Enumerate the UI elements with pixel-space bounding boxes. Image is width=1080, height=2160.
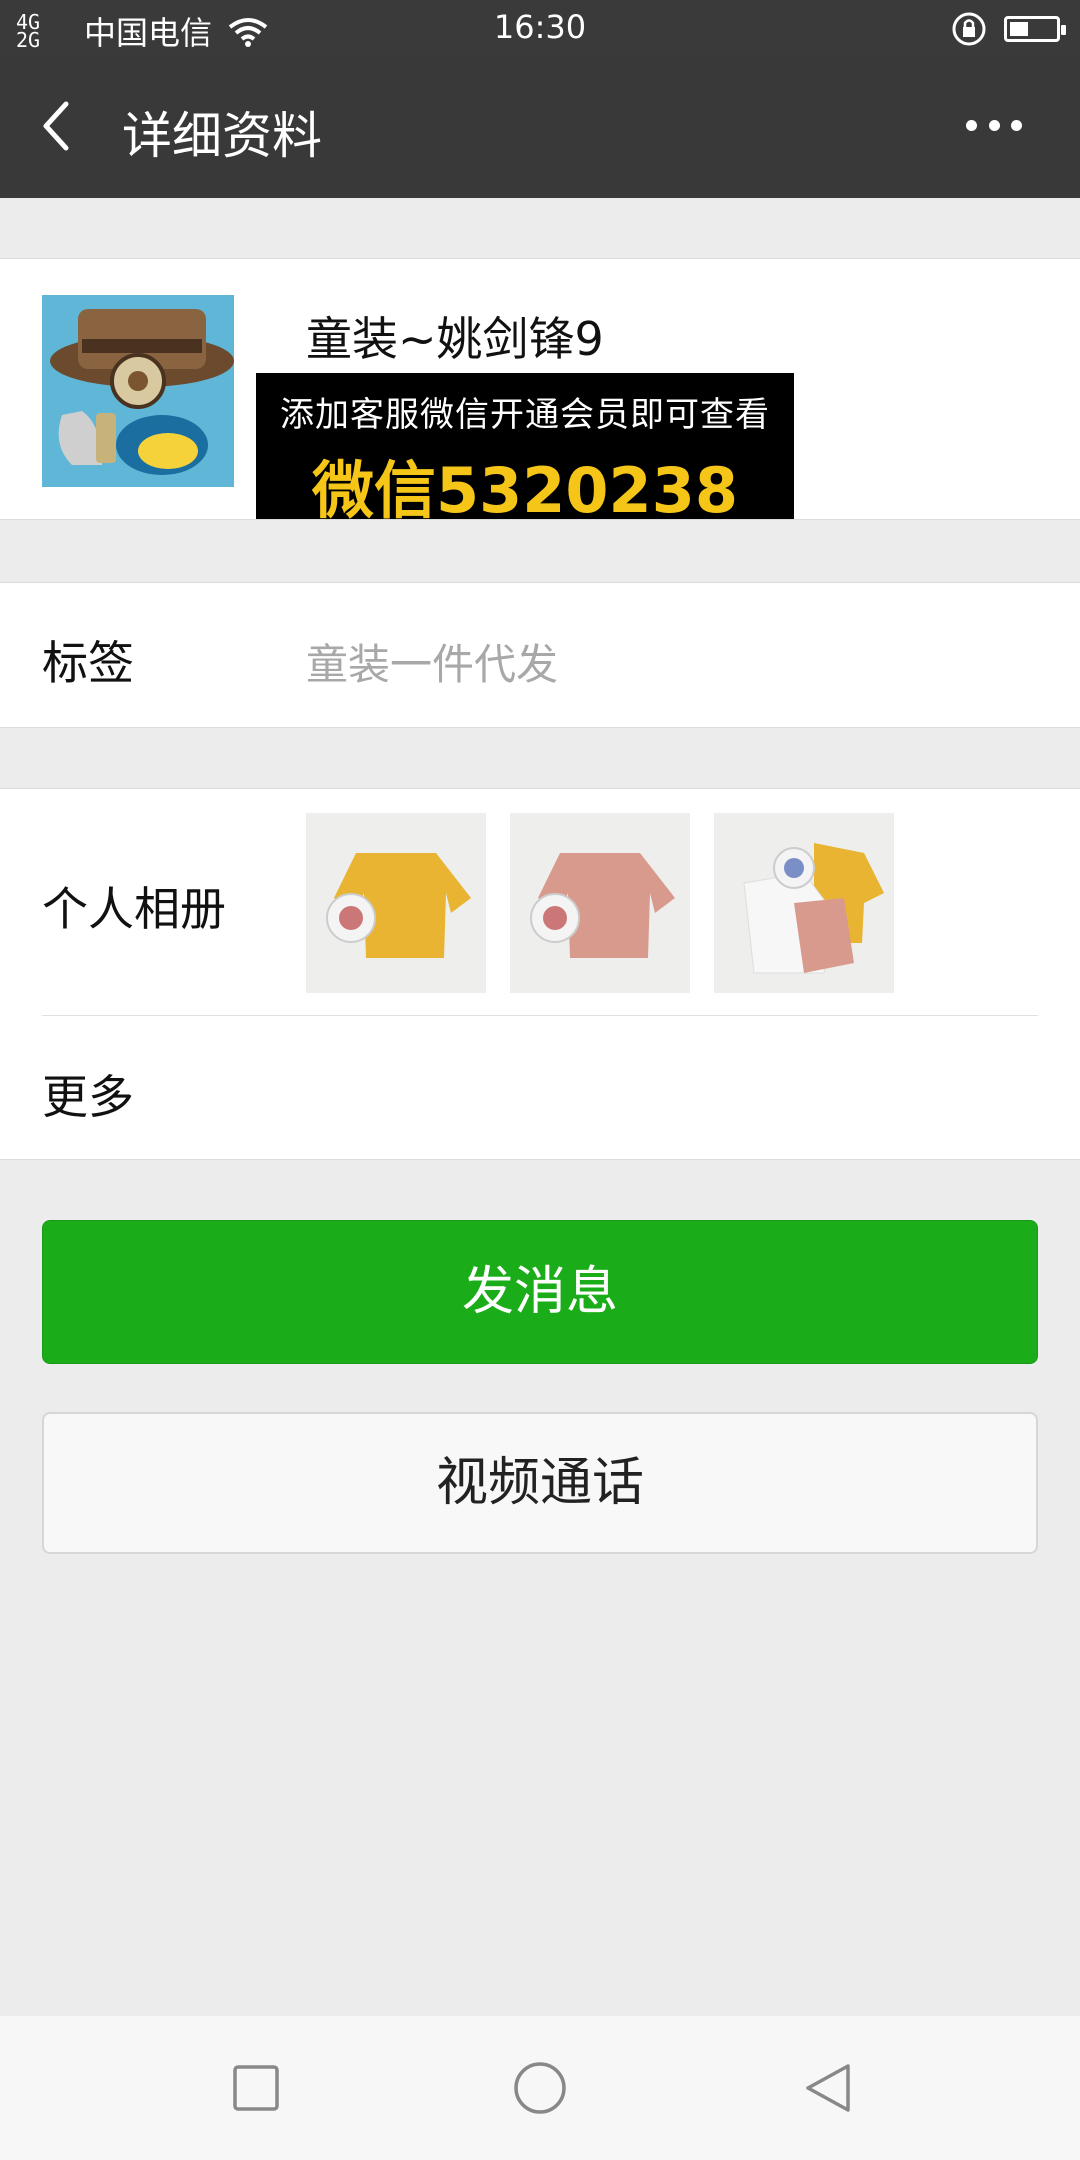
back-arrow-icon[interactable] [36, 96, 76, 156]
album-photo-3[interactable] [714, 813, 894, 993]
rotation-lock-icon [952, 12, 986, 46]
row-divider [42, 1015, 1038, 1016]
album-section: 个人相册 更多 [0, 788, 1080, 1160]
profile-card: 童装~姚剑锋9 添加客服微信开通会员即可查看 微信5320238 [0, 258, 1080, 527]
promo-wechat-id: 微信5320238 [312, 454, 738, 527]
tags-label: 标签 [42, 636, 134, 690]
status-bar: 4G 2G 中国电信 16:30 [0, 0, 1080, 56]
promo-text: 添加客服微信开通会员即可查看 [280, 395, 770, 435]
video-call-button[interactable]: 视频通话 [42, 1412, 1038, 1554]
album-photo-1[interactable] [306, 813, 486, 993]
promo-banner: 添加客服微信开通会员即可查看 微信5320238 [256, 373, 794, 527]
album-photo-2[interactable] [510, 813, 690, 993]
tags-value: 童装一件代发 [306, 640, 559, 689]
battery-icon [1004, 16, 1066, 42]
back-nav-icon[interactable] [800, 2060, 856, 2116]
send-message-button[interactable]: 发消息 [42, 1220, 1038, 1364]
more-options-icon[interactable] [966, 120, 1022, 134]
tags-row[interactable]: 标签 童装一件代发 [0, 582, 1080, 728]
avatar[interactable] [42, 295, 234, 487]
nickname: 童装~姚剑锋9 [306, 312, 604, 366]
recent-apps-icon[interactable] [228, 2060, 284, 2116]
album-label: 个人相册 [42, 882, 226, 936]
clock: 16:30 [493, 8, 587, 46]
more-row[interactable]: 更多 [0, 1017, 1080, 1161]
more-label: 更多 [42, 1070, 134, 1124]
personal-album-row[interactable]: 个人相册 [0, 789, 1080, 1017]
title-bar: 详细资料 [0, 56, 1080, 198]
home-icon[interactable] [512, 2060, 568, 2116]
navigation-bar [0, 2016, 1080, 2160]
page-title: 详细资料 [122, 107, 322, 165]
